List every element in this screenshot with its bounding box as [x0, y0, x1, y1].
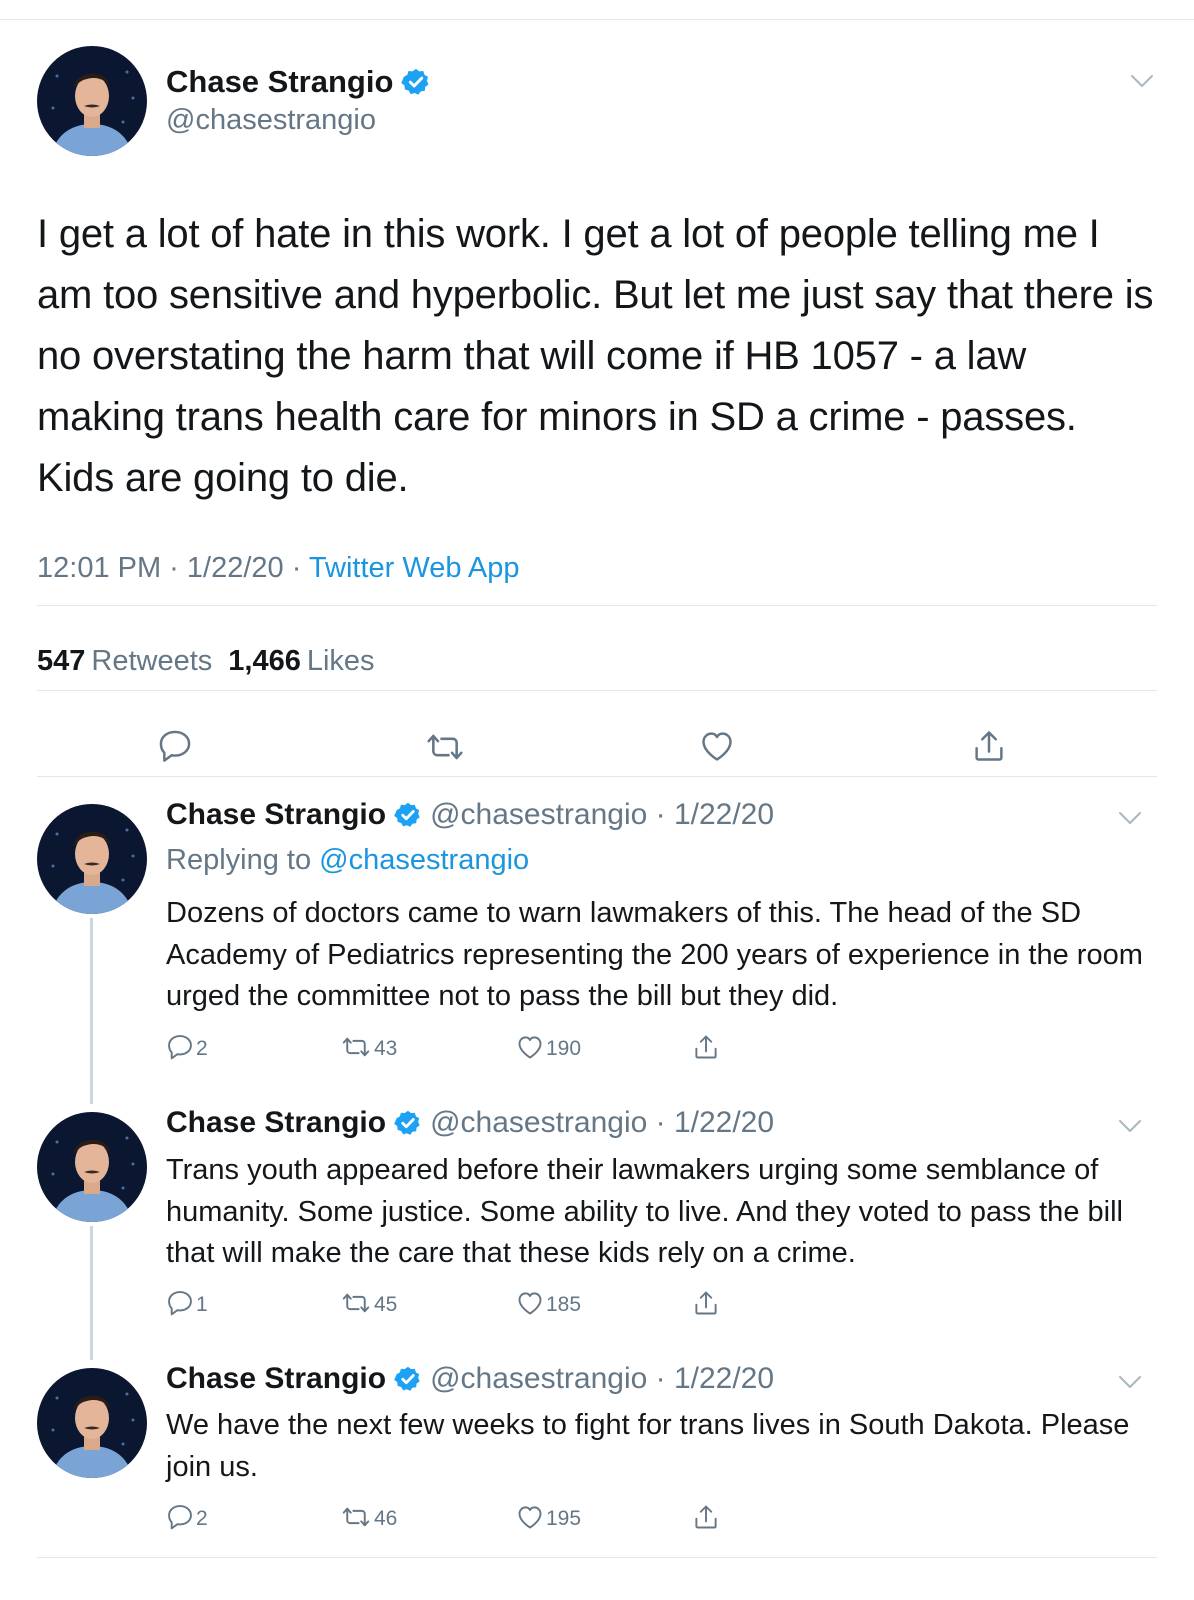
likes-stat[interactable]: 1,466 Likes	[228, 645, 374, 678]
chevron-down-icon[interactable]	[1118, 811, 1142, 825]
retweet-action[interactable]: 45	[340, 1289, 397, 1317]
heart-icon[interactable]	[516, 1289, 544, 1317]
author-name[interactable]: Chase Strangio	[166, 1362, 386, 1396]
like-action[interactable]: 185	[516, 1289, 581, 1317]
heart-icon[interactable]	[516, 1033, 544, 1061]
divider	[37, 690, 1157, 691]
retweet-count: 43	[374, 1037, 398, 1060]
tweet-action-bar: 1 45 185	[166, 1289, 766, 1323]
author-name[interactable]: Chase Strangio	[166, 1106, 386, 1140]
retweet-action[interactable]: 46	[340, 1503, 397, 1531]
tweet-header: Chase Strangio @chasestrangio · 1/22/20	[166, 1362, 774, 1396]
retweet-action[interactable]: 43	[340, 1033, 397, 1061]
verified-badge-icon	[394, 801, 422, 829]
chevron-down-icon[interactable]	[1118, 1119, 1142, 1133]
reply-action[interactable]: 2	[166, 1503, 208, 1531]
avatar[interactable]	[37, 1112, 147, 1222]
top-divider	[0, 19, 1194, 20]
verified-badge-icon	[401, 67, 431, 97]
author-handle-date[interactable]: @chasestrangio · 1/22/20	[430, 798, 774, 832]
tweet-meta: 12:01 PM · 1/22/20 · Twitter Web App	[37, 552, 520, 585]
like-action[interactable]: 195	[516, 1503, 581, 1531]
avatar[interactable]	[37, 1368, 147, 1478]
share-icon[interactable]	[692, 1503, 720, 1531]
retweet-count: 46	[374, 1507, 398, 1530]
author-handle-date[interactable]: @chasestrangio · 1/22/20	[430, 1106, 774, 1140]
heart-icon[interactable]	[699, 728, 735, 764]
retweet-count: 45	[374, 1293, 398, 1316]
tweet-text: Dozens of doctors came to warn lawmakers…	[166, 897, 1143, 1012]
author-handle-date[interactable]: @chasestrangio · 1/22/20	[430, 1362, 774, 1396]
retweet-icon[interactable]	[340, 1033, 372, 1061]
heart-icon[interactable]	[516, 1503, 544, 1531]
tweet-action-bar: 2 46 195	[166, 1503, 766, 1537]
like-count: 190	[546, 1037, 582, 1060]
tweet-header: Chase Strangio @chasestrangio · 1/22/20	[166, 798, 774, 832]
main-author[interactable]: Chase Strangio @chasestrangio	[166, 64, 431, 137]
divider	[37, 776, 1157, 777]
like-count: 195	[546, 1507, 582, 1530]
tweet-stats: 547 Retweets 1,466 Likes	[37, 645, 375, 678]
like-action[interactable]: 190	[516, 1033, 581, 1061]
author-handle[interactable]: @chasestrangio	[166, 104, 431, 137]
share-action[interactable]	[692, 1289, 720, 1317]
thread-line	[90, 1226, 93, 1360]
main-action-bar	[0, 728, 1194, 768]
like-count: 185	[546, 1293, 582, 1316]
tweet-action-bar: 2 43 190	[166, 1033, 766, 1067]
reply-action[interactable]: 2	[166, 1033, 208, 1061]
verified-badge-icon	[394, 1109, 422, 1137]
reply-icon[interactable]	[166, 1033, 194, 1061]
author-name[interactable]: Chase Strangio	[166, 798, 386, 832]
reply-icon[interactable]	[166, 1289, 194, 1317]
avatar[interactable]	[37, 804, 147, 914]
reply-icon[interactable]	[166, 1503, 194, 1531]
reply-count: 2	[196, 1507, 208, 1530]
retweet-icon[interactable]	[340, 1503, 372, 1531]
divider	[37, 605, 1157, 606]
share-icon[interactable]	[692, 1033, 720, 1061]
retweets-stat[interactable]: 547 Retweets	[37, 645, 212, 678]
chevron-down-icon[interactable]	[1118, 1375, 1142, 1389]
tweet-text: I get a lot of hate in this work. I get …	[37, 212, 1154, 500]
reply-count: 2	[196, 1037, 208, 1060]
reply-icon[interactable]	[157, 728, 193, 764]
tweet-header: Chase Strangio @chasestrangio · 1/22/20	[166, 1106, 774, 1140]
chevron-down-icon[interactable]	[1130, 74, 1154, 88]
share-action[interactable]	[692, 1033, 720, 1061]
replying-to: Replying to @chasestrangio	[166, 844, 530, 876]
verified-badge-icon	[394, 1365, 422, 1393]
retweet-icon[interactable]	[340, 1289, 372, 1317]
share-icon[interactable]	[971, 728, 1007, 764]
replying-to-link[interactable]: @chasestrangio	[319, 844, 529, 876]
reply-count: 1	[196, 1293, 208, 1316]
share-action[interactable]	[692, 1503, 720, 1531]
tweet-source-link[interactable]: Twitter Web App	[309, 552, 520, 584]
reply-action[interactable]: 1	[166, 1289, 208, 1317]
share-icon[interactable]	[692, 1289, 720, 1317]
avatar[interactable]	[37, 46, 147, 156]
tweet-text: We have the next few weeks to fight for …	[166, 1409, 1130, 1483]
retweet-icon[interactable]	[424, 728, 466, 766]
tweet-text: Trans youth appeared before their lawmak…	[166, 1154, 1123, 1269]
thread-line	[90, 918, 93, 1104]
bottom-divider	[37, 1557, 1157, 1558]
tweet-timestamp: 12:01 PM · 1/22/20 ·	[37, 552, 309, 584]
author-name[interactable]: Chase Strangio	[166, 64, 393, 100]
